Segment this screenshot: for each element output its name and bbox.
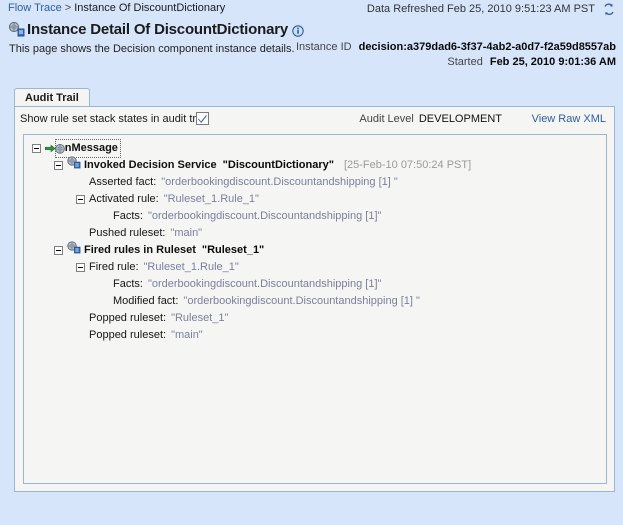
info-icon-svg bbox=[292, 24, 304, 37]
tree-row-label: Activated rule: bbox=[89, 193, 159, 205]
tree-row[interactable]: Facts: "orderbookingdiscount.Discountand… bbox=[32, 208, 604, 225]
page-title: Instance Detail Of DiscountDictionary bbox=[27, 21, 288, 38]
tree-row[interactable]: Pushed ruleset: "main" bbox=[32, 225, 604, 242]
tree-row-value: "Ruleset_1.Rule_1" bbox=[143, 261, 239, 273]
tree-row-value: "orderbookingdiscount.Discountandshippin… bbox=[147, 278, 382, 290]
audit-trail-panel: Show rule set stack states in audit trai… bbox=[14, 106, 615, 492]
expand-toggle-icon[interactable] bbox=[76, 263, 85, 272]
tree-row[interactable]: Modified fact: "orderbookingdiscount.Dis… bbox=[32, 293, 604, 310]
breadcrumb-link-flow-trace[interactable]: Flow Trace bbox=[8, 2, 62, 14]
decision-component-icon-svg bbox=[8, 21, 25, 37]
show-stack-label: Show rule set stack states in audit trai… bbox=[20, 113, 208, 125]
tree-row[interactable]: onMessage bbox=[32, 139, 604, 158]
started-value: Feb 25, 2010 9:01:36 AM bbox=[489, 56, 616, 68]
tree-row-label: Facts: bbox=[113, 210, 143, 222]
tree-row-value: "Ruleset_1" bbox=[171, 312, 229, 324]
tree-row-label: Fired rule: bbox=[89, 261, 139, 273]
decision-component-icon bbox=[8, 21, 26, 38]
tree-row-value: "Ruleset_1.Rule_1" bbox=[163, 193, 259, 205]
tree-row[interactable]: Activated rule: "Ruleset_1.Rule_1" bbox=[32, 191, 604, 208]
data-refreshed-text: Data Refreshed Feb 25, 2010 9:51:23 AM P… bbox=[366, 3, 595, 15]
tree-row-value: "Ruleset_1" bbox=[201, 244, 265, 256]
instance-info-grid: Instance ID decision:a379dad6-3f37-4ab2-… bbox=[296, 41, 616, 71]
checkmark-icon bbox=[198, 114, 207, 123]
arrow-gear-icon-svg bbox=[44, 143, 65, 154]
started-label: Started bbox=[447, 56, 483, 68]
tree-row-value: "main" bbox=[170, 227, 203, 239]
tree-row-value: "DiscountDictionary" bbox=[222, 159, 334, 171]
tree-row[interactable]: Fired rule: "Ruleset_1.Rule_1" bbox=[32, 259, 604, 276]
tree-row-label: Pushed ruleset: bbox=[89, 227, 166, 239]
tree-row-label: Popped ruleset: bbox=[89, 329, 167, 341]
tree-row-label: Modified fact: bbox=[113, 295, 179, 307]
page-header: Instance Detail Of DiscountDictionary Th… bbox=[0, 18, 623, 82]
audit-level-label: Audit Level bbox=[359, 113, 414, 125]
tree-row[interactable]: Asserted fact: "orderbookingdiscount.Dis… bbox=[32, 174, 604, 191]
tree-row[interactable]: Fired rules in Ruleset "Ruleset_1" bbox=[32, 241, 604, 260]
tab-strip: Audit Trail bbox=[8, 88, 615, 107]
instance-id-value: decision:a379dad6-3f37-4ab2-a0d7-f2a59d8… bbox=[358, 41, 616, 53]
arrow-gear-icon bbox=[44, 143, 65, 154]
top-bar: Flow Trace > Instance Of DiscountDictionar… bbox=[0, 0, 623, 18]
tree-row-value: "orderbookingdiscount.Discountandshippin… bbox=[183, 295, 420, 307]
audit-level: Audit Level DEVELOPMENT bbox=[359, 113, 502, 125]
tree-row-label: Invoked Decision Service bbox=[84, 159, 217, 171]
expand-toggle-icon[interactable] bbox=[76, 195, 85, 204]
instance-id-label: Instance ID bbox=[295, 41, 352, 53]
breadcrumb: Flow Trace > Instance Of DiscountDictionar… bbox=[8, 2, 225, 14]
expand-toggle-icon[interactable] bbox=[32, 144, 41, 153]
page-title-row: Instance Detail Of DiscountDictionary bbox=[8, 21, 304, 38]
decision-service-icon bbox=[67, 241, 81, 260]
expand-toggle-icon[interactable] bbox=[54, 246, 63, 255]
started-row: Started Feb 25, 2010 9:01:36 AM bbox=[296, 56, 616, 71]
breadcrumb-separator: > bbox=[64, 2, 72, 14]
tree-row-value: "orderbookingdiscount.Discountandshippin… bbox=[161, 176, 398, 188]
tree-row-label: Fired rules in Ruleset bbox=[84, 244, 196, 256]
tree-row[interactable]: Popped ruleset: "Ruleset_1" bbox=[32, 310, 604, 327]
page-subtitle: This page shows the Decision component i… bbox=[9, 43, 295, 55]
tree-row-label: Popped ruleset: bbox=[89, 312, 167, 324]
tree-row-timestamp: [25-Feb-10 07:50:24 PST] bbox=[343, 159, 472, 171]
tree-row[interactable]: Invoked Decision Service "DiscountDictio… bbox=[32, 156, 604, 175]
tree-row-value: "main" bbox=[171, 329, 203, 341]
audit-level-value: DEVELOPMENT bbox=[418, 113, 502, 125]
tree-row-label: Asserted fact: bbox=[89, 176, 157, 188]
panel-toolbar: Show rule set stack states in audit trai… bbox=[15, 107, 614, 133]
view-raw-xml-link[interactable]: View Raw XML bbox=[532, 113, 606, 125]
audit-trail-tree: onMessage Invoked Decision Service "Disc… bbox=[32, 139, 604, 344]
info-icon[interactable] bbox=[292, 24, 304, 37]
decision-service-icon bbox=[67, 156, 81, 175]
tab-audit-trail-label: Audit Trail bbox=[25, 92, 79, 104]
decision-service-icon-svg bbox=[67, 156, 81, 169]
tab-audit-trail[interactable]: Audit Trail bbox=[14, 88, 90, 107]
instance-id-row: Instance ID decision:a379dad6-3f37-4ab2-… bbox=[296, 41, 616, 56]
tree-row[interactable]: Facts: "orderbookingdiscount.Discountand… bbox=[32, 276, 604, 293]
tree-row-value: "orderbookingdiscount.Discountandshippin… bbox=[147, 210, 382, 222]
refresh-icon[interactable] bbox=[602, 3, 616, 16]
decision-service-icon-svg bbox=[67, 241, 81, 254]
refresh-icon-svg bbox=[604, 3, 614, 16]
expand-toggle-icon[interactable] bbox=[54, 161, 63, 170]
tree-row-label: Facts: bbox=[113, 278, 143, 290]
show-stack-checkbox[interactable] bbox=[196, 112, 209, 125]
audit-trail-tree-box[interactable]: onMessage Invoked Decision Service "Disc… bbox=[23, 134, 607, 484]
breadcrumb-current: Instance Of DiscountDictionary bbox=[74, 2, 226, 14]
tree-row[interactable]: Popped ruleset: "main" bbox=[32, 327, 604, 344]
